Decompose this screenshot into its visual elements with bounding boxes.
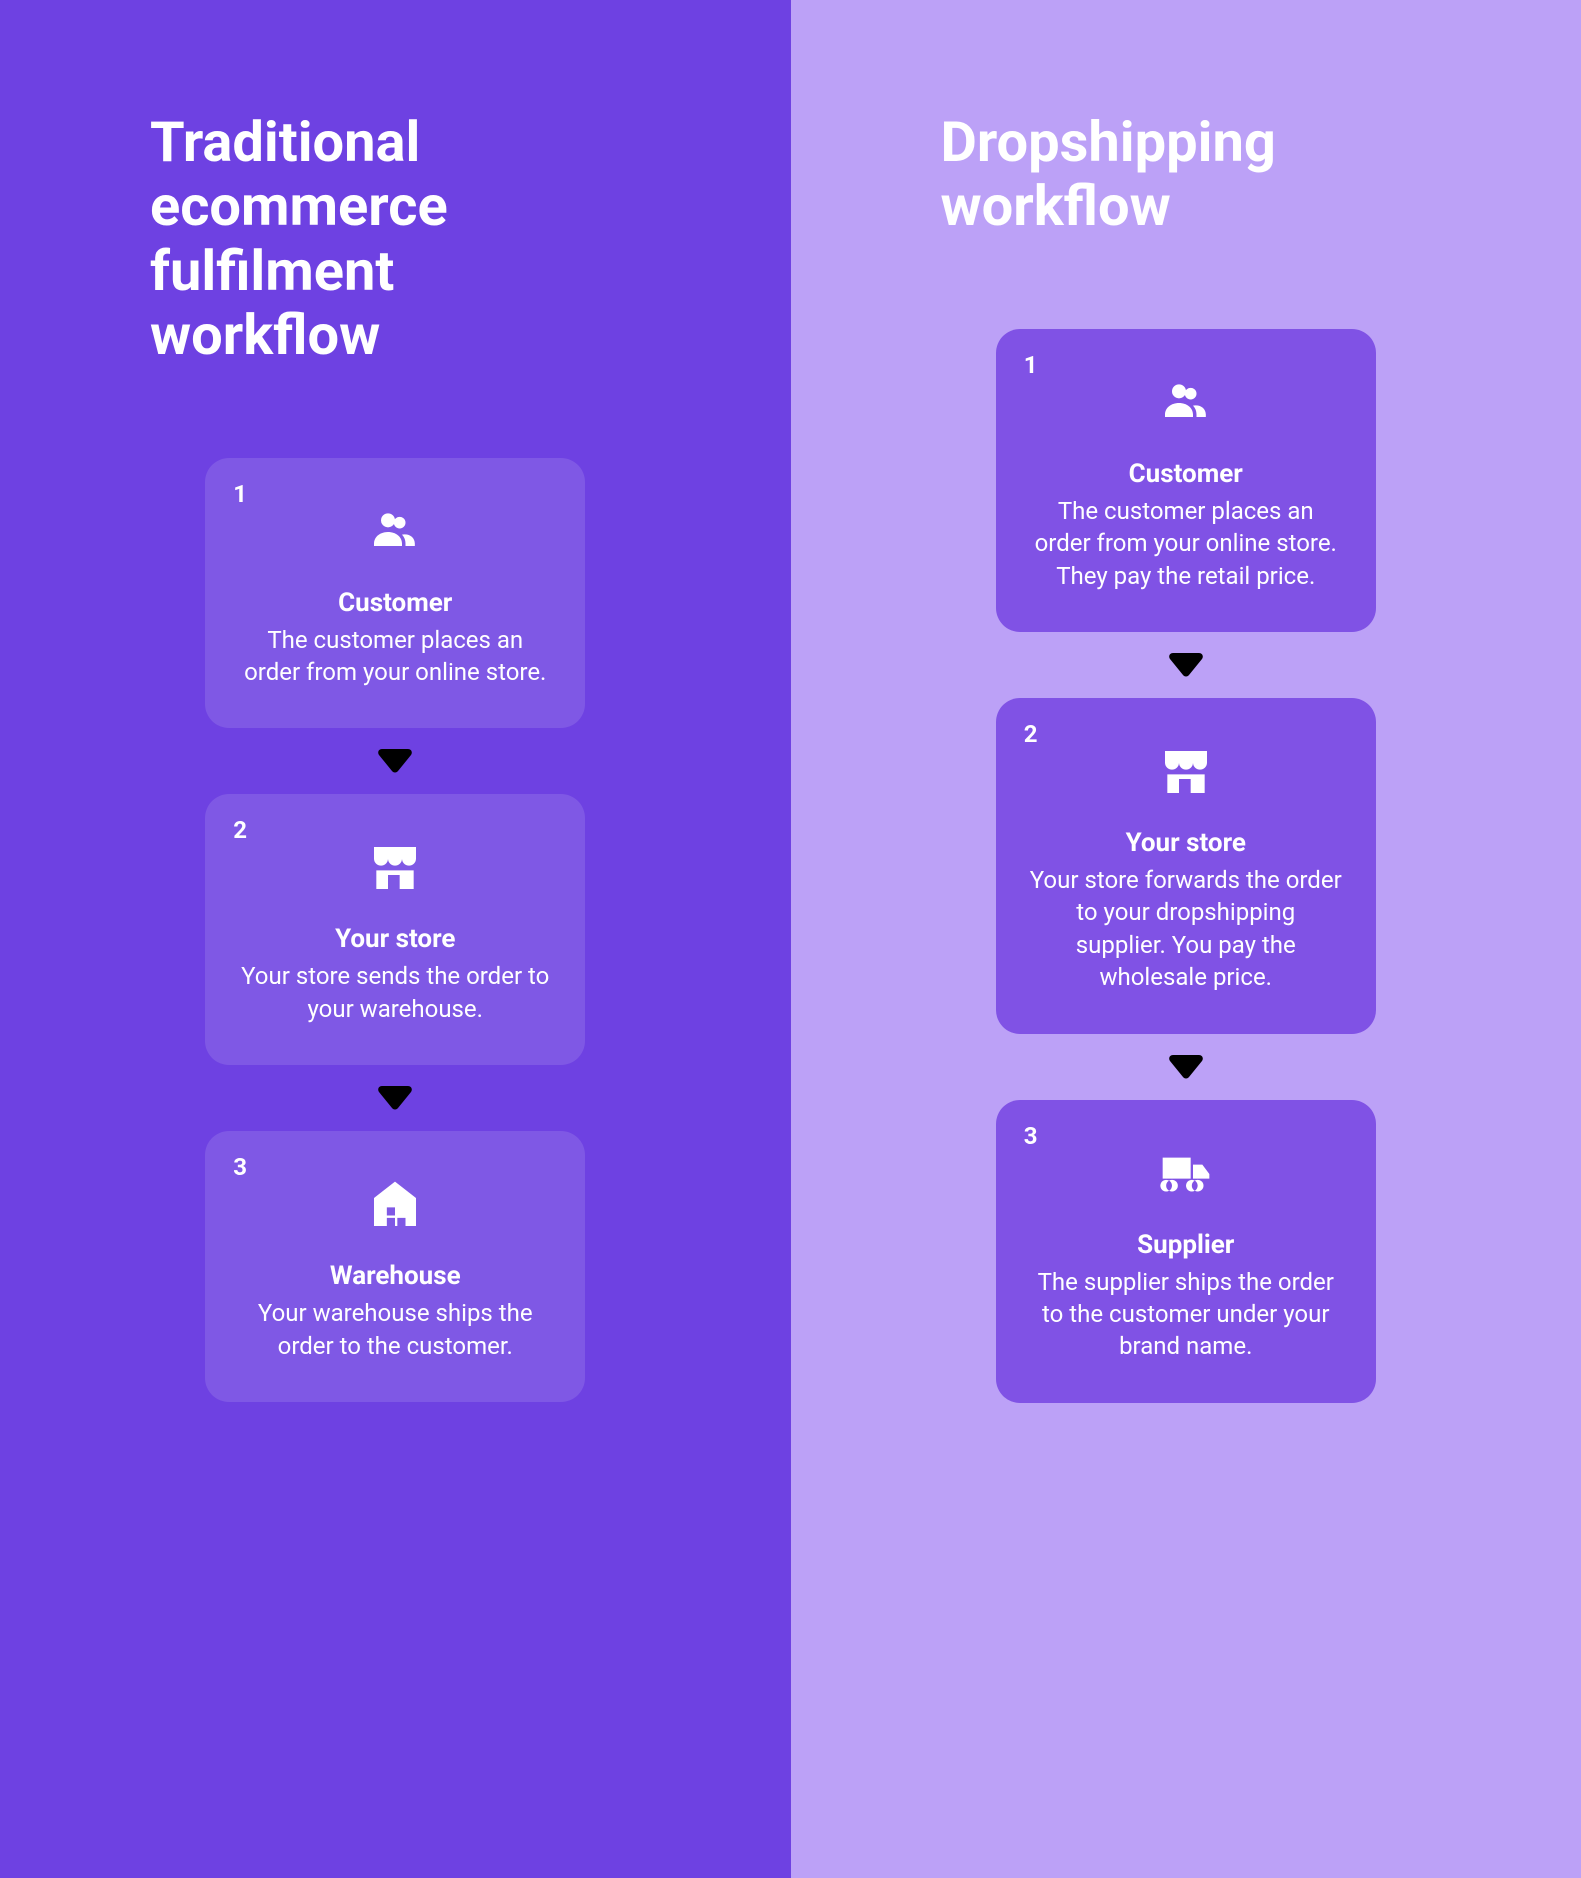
step-title: Supplier <box>1030 1230 1342 1260</box>
chevron-down-icon <box>378 746 412 776</box>
page-title: Traditional ecommerce fulfilment workflo… <box>150 110 641 368</box>
chevron-down-icon <box>1169 1052 1203 1082</box>
traditional-workflow-column: Traditional ecommerce fulfilment workflo… <box>0 0 791 1878</box>
step-desc: Your store sends the order to your wareh… <box>239 960 551 1025</box>
step-number: 3 <box>1024 1122 1038 1150</box>
step-desc: The customer places an order from your o… <box>239 624 551 689</box>
step-title: Customer <box>239 588 551 618</box>
step-title: Customer <box>1030 459 1342 489</box>
store-icon <box>1030 742 1342 802</box>
dropshipping-workflow-column: Dropshipping workflow 1 Customer The cus… <box>791 0 1581 1878</box>
step-supplier: 3 Supplier The supplier ships the order … <box>996 1100 1376 1403</box>
workflow-steps: 1 Customer The customer places an order … <box>150 458 641 1402</box>
users-icon <box>239 502 551 562</box>
step-number: 2 <box>1024 720 1038 748</box>
step-customer: 1 Customer The customer places an order … <box>205 458 585 729</box>
step-desc: Your warehouse ships the order to the cu… <box>239 1297 551 1362</box>
step-number: 1 <box>233 480 247 508</box>
step-desc: The supplier ships the order to the cust… <box>1030 1266 1342 1363</box>
store-icon <box>239 838 551 898</box>
step-title: Your store <box>1030 828 1342 858</box>
step-number: 2 <box>233 816 247 844</box>
truck-icon <box>1030 1144 1342 1204</box>
chevron-down-icon <box>1169 650 1203 680</box>
workflow-steps: 1 Customer The customer places an order … <box>941 329 1432 1403</box>
step-warehouse: 3 Warehouse Your warehouse ships the ord… <box>205 1131 585 1402</box>
step-number: 3 <box>233 1153 247 1181</box>
page-title: Dropshipping workflow <box>941 110 1432 239</box>
warehouse-icon <box>239 1175 551 1235</box>
users-icon <box>1030 373 1342 433</box>
step-your-store: 2 Your store Your store forwards the ord… <box>996 698 1376 1034</box>
step-number: 1 <box>1024 351 1038 379</box>
step-customer: 1 Customer The customer places an order … <box>996 329 1376 632</box>
step-desc: The customer places an order from your o… <box>1030 495 1342 592</box>
step-your-store: 2 Your store Your store sends the order … <box>205 794 585 1065</box>
step-title: Warehouse <box>239 1261 551 1291</box>
chevron-down-icon <box>378 1083 412 1113</box>
step-title: Your store <box>239 924 551 954</box>
step-desc: Your store forwards the order to your dr… <box>1030 864 1342 994</box>
